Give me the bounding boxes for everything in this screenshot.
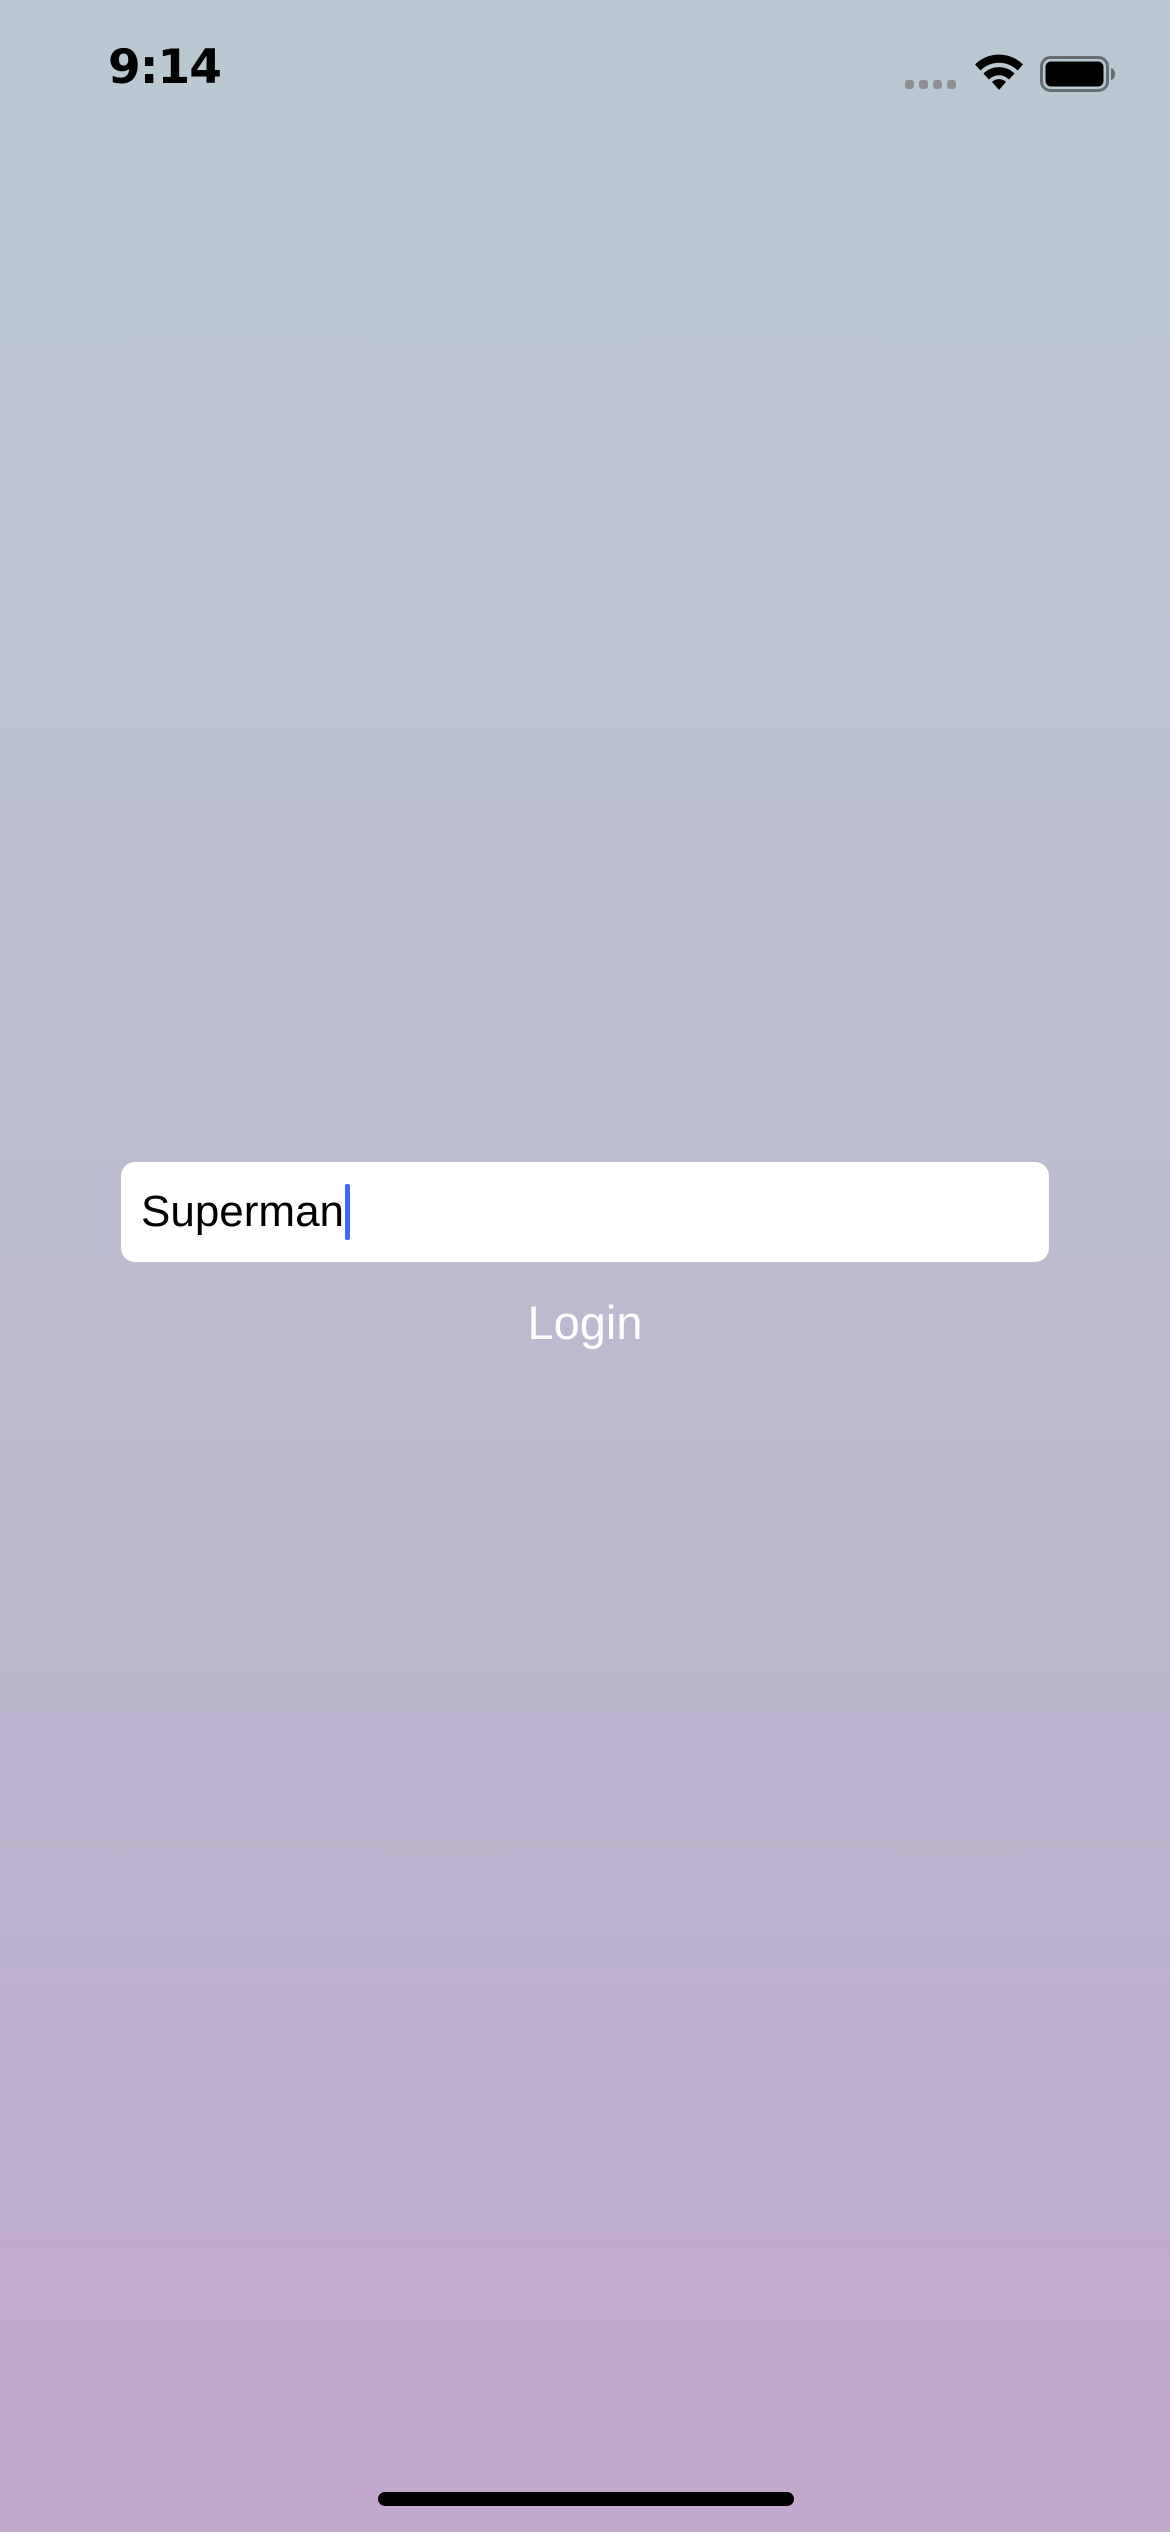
login-button[interactable]: Login xyxy=(485,1290,685,1356)
cellular-signal-icon xyxy=(905,80,956,92)
username-input[interactable]: Superman xyxy=(121,1162,1049,1262)
battery-icon xyxy=(1040,56,1115,92)
status-time: 9:14 xyxy=(108,40,222,95)
wifi-icon xyxy=(975,54,1023,90)
username-value: Superman xyxy=(141,1187,345,1236)
home-indicator[interactable] xyxy=(378,2492,794,2506)
text-cursor xyxy=(345,1184,351,1240)
status-bar: 9:14 xyxy=(0,0,1170,140)
